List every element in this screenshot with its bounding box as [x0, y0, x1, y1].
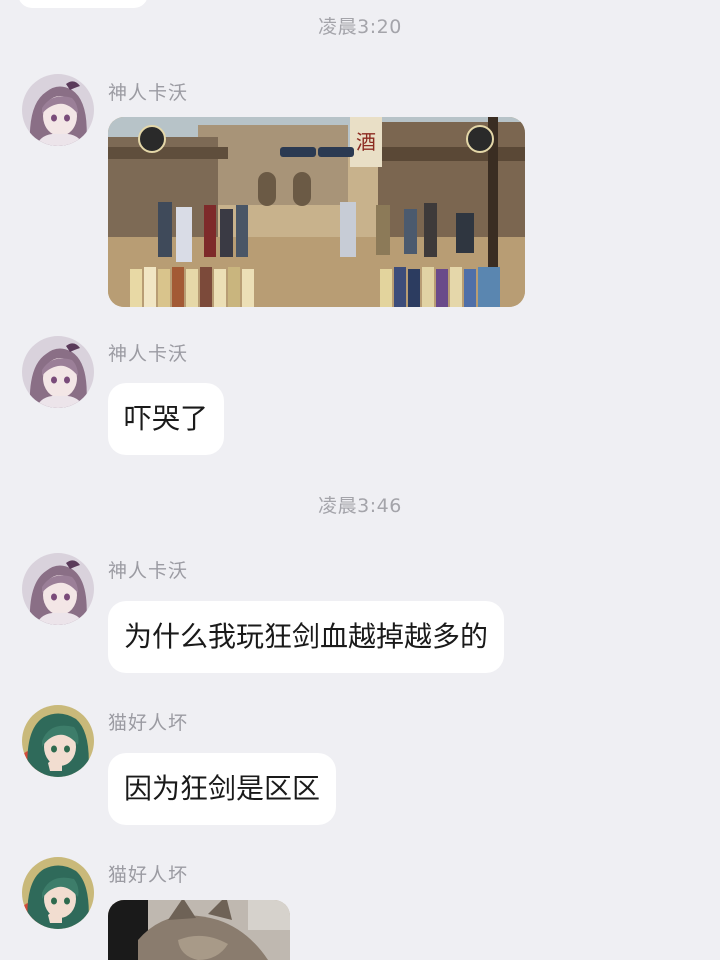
- sender-name: 神人卡沃: [108, 560, 189, 582]
- message-bubble[interactable]: 为什么我玩狂剑血越掉越多的: [108, 601, 505, 673]
- flag-sign-glyph: 酒: [356, 130, 376, 154]
- sender-name: 神人卡沃: [108, 343, 189, 365]
- cat-photo-image: [108, 900, 290, 960]
- previous-message-bubble[interactable]: [18, 0, 148, 8]
- avatar[interactable]: [22, 336, 94, 408]
- sender-name: 神人卡沃: [108, 82, 189, 104]
- sender-name: 猫好人坏: [108, 864, 189, 886]
- timestamp: 凌晨3:46: [318, 495, 402, 517]
- message-bubble[interactable]: 因为狂剑是区区: [108, 753, 337, 825]
- message-bubble[interactable]: 吓哭了: [108, 383, 225, 455]
- avatar[interactable]: [22, 857, 94, 929]
- avatar[interactable]: [22, 705, 94, 777]
- avatar[interactable]: [22, 74, 94, 146]
- timestamp: 凌晨3:20: [318, 16, 402, 38]
- image-message[interactable]: [108, 900, 290, 960]
- game-screenshot-image: 酒: [108, 117, 525, 307]
- image-message[interactable]: 酒: [108, 117, 525, 307]
- avatar[interactable]: [22, 553, 94, 625]
- sender-name: 猫好人坏: [108, 712, 189, 734]
